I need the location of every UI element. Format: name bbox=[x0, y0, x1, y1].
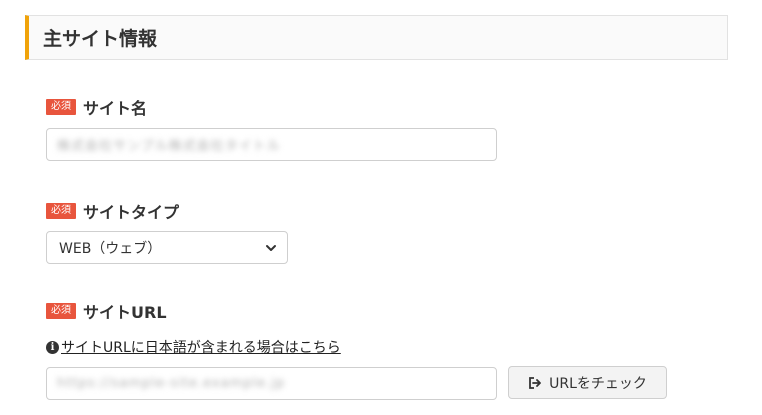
site-type-select[interactable]: WEB（ウェブ） bbox=[46, 231, 288, 264]
required-badge: 必須 bbox=[46, 303, 76, 319]
site-name-label: 必須 サイト名 bbox=[46, 96, 147, 118]
help-link-text: サイトURLに日本語が含まれる場合はこちら bbox=[61, 340, 341, 356]
required-badge: 必須 bbox=[46, 203, 76, 219]
sign-out-icon bbox=[529, 376, 542, 389]
check-url-button-label: URLをチェック bbox=[549, 375, 647, 392]
site-url-value: https://sample-site.example.jp bbox=[57, 376, 286, 391]
required-badge: 必須 bbox=[46, 99, 76, 115]
site-type-label: 必須 サイトタイプ bbox=[46, 200, 179, 222]
site-type-label-text: サイトタイプ bbox=[83, 203, 180, 222]
site-url-label-text: サイトURL bbox=[83, 303, 167, 322]
site-name-label-text: サイト名 bbox=[83, 99, 148, 118]
japanese-url-help-link[interactable]: i サイトURLに日本語が含まれる場合はこちら bbox=[46, 337, 341, 357]
site-name-input[interactable]: 株式会社サンプル株式会社タイトル bbox=[46, 128, 497, 161]
section-header: 主サイト情報 bbox=[25, 15, 728, 60]
site-type-selected-value: WEB（ウェブ） bbox=[59, 240, 162, 257]
site-url-label: 必須 サイトURL bbox=[46, 300, 167, 322]
site-url-input[interactable]: https://sample-site.example.jp bbox=[46, 367, 497, 400]
site-name-value: 株式会社サンプル株式会社タイトル bbox=[57, 139, 281, 154]
chevron-down-icon bbox=[266, 244, 276, 251]
check-url-button[interactable]: URLをチェック bbox=[508, 366, 667, 399]
section-title: 主サイト情報 bbox=[43, 28, 158, 50]
info-icon: i bbox=[46, 340, 59, 354]
